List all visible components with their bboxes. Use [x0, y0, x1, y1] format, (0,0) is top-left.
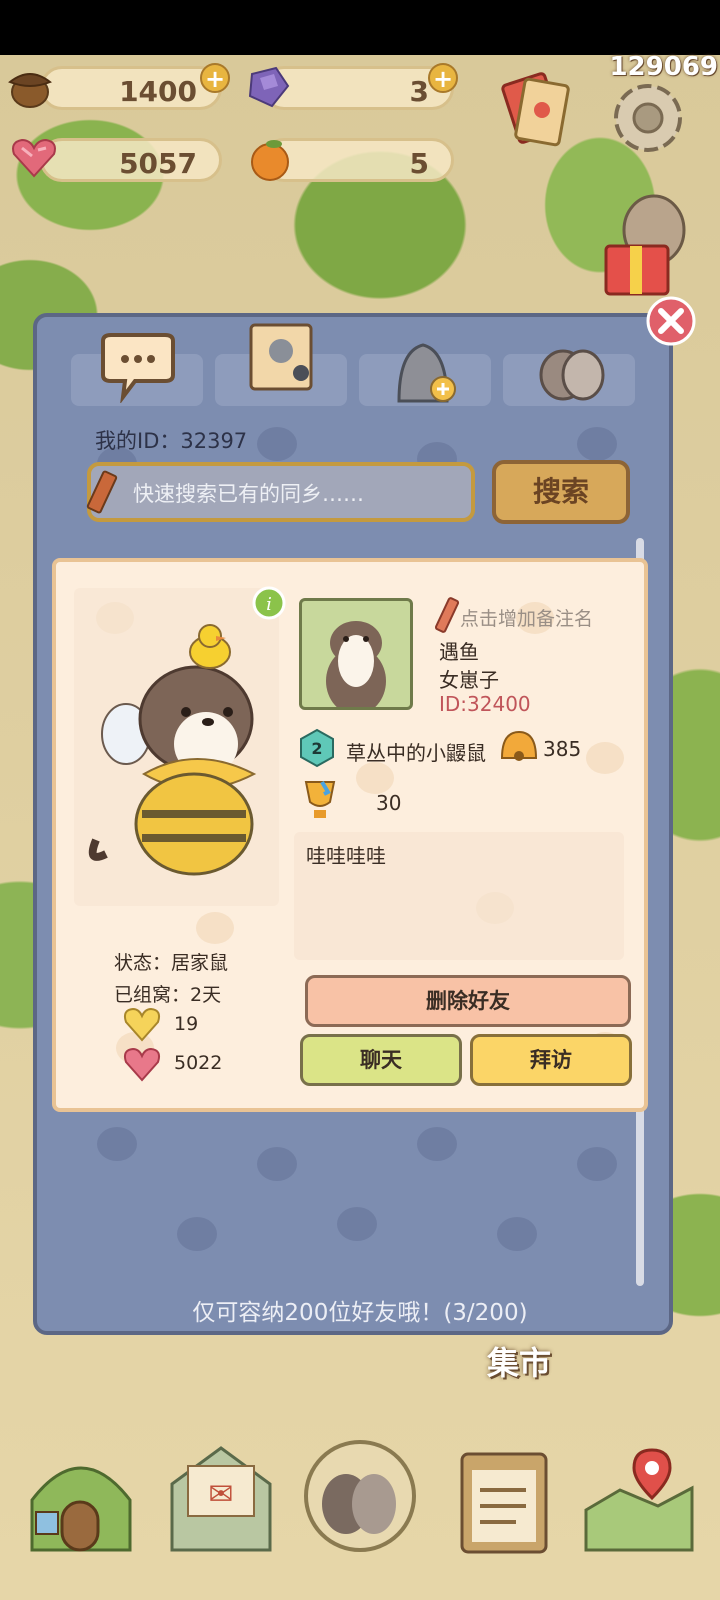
svg-text:✉: ✉	[208, 1477, 233, 1512]
map-button[interactable]	[580, 1440, 698, 1558]
orange-icon	[251, 140, 289, 181]
friend-bio-text: 哇哇哇哇	[306, 844, 386, 868]
acorn-count: 1400	[119, 75, 197, 108]
visit-button[interactable]: 拜访	[470, 1034, 632, 1086]
acorn-icon	[8, 73, 52, 108]
capacity-note: 仅可容纳200位好友哦！(3/200)	[192, 1300, 528, 1326]
letter-cards-icon[interactable]	[496, 68, 576, 152]
bell-icon	[500, 730, 538, 761]
mail-button[interactable]: ✉	[162, 1440, 280, 1558]
gem-icon	[248, 66, 290, 108]
search-input[interactable]	[131, 478, 455, 510]
love-counter: 5057	[40, 138, 222, 182]
friend-id: ID:32400	[439, 692, 531, 716]
add-acorns-button[interactable]: +	[200, 63, 230, 93]
add-note-name-link[interactable]: 点击增加备注名	[460, 604, 593, 631]
chat-button[interactable]: 聊天	[300, 1034, 462, 1086]
love-count: 5057	[119, 147, 197, 180]
close-icon[interactable]	[645, 295, 697, 347]
gear-icon[interactable]	[606, 76, 690, 160]
market-label: 集市	[487, 1344, 552, 1382]
friend-gender: 女崽子	[439, 668, 499, 692]
add-gems-button[interactable]: +	[428, 63, 458, 93]
status-bar	[0, 0, 720, 55]
info-icon[interactable]: i	[252, 586, 286, 620]
pencil-icon	[86, 470, 118, 514]
love-gem-icon	[123, 1047, 161, 1082]
acorn-counter: 1400	[40, 66, 222, 110]
gold-heart-icon	[123, 1007, 161, 1042]
gift-sloth-icon[interactable]	[600, 190, 692, 300]
orange-count: 5	[409, 147, 429, 180]
friend-avatar	[299, 598, 413, 710]
nest-days: 已组窝：2天	[114, 984, 222, 1006]
friend-bio: 哇哇哇哇	[294, 832, 624, 960]
friend-status: 状态：居家鼠	[114, 952, 229, 974]
friend-character	[88, 624, 257, 876]
friend-book-icon	[249, 323, 313, 391]
edit-pencil-icon[interactable]	[434, 596, 462, 638]
otter-avatar-icon	[326, 621, 386, 707]
friend-title: 草丛中的小鼹鼠	[346, 741, 486, 765]
search-button[interactable]: 搜索	[492, 460, 630, 524]
chat-bubble-icon	[101, 333, 175, 403]
heart-gem-icon	[12, 138, 56, 178]
love-count-friend: 5022	[174, 1052, 223, 1074]
trophy-icon	[304, 780, 336, 818]
bell-count: 385	[543, 737, 582, 761]
friend-nickname: 遇鱼	[439, 640, 479, 664]
my-id-label: 我的ID：32397	[95, 429, 248, 453]
level-number: 2	[311, 739, 322, 758]
paw-icon	[539, 349, 605, 401]
friends-button[interactable]	[302, 1438, 418, 1554]
level-badge-icon: 2	[300, 728, 334, 768]
svg-text:i: i	[266, 594, 272, 615]
heart-count: 19	[174, 1013, 199, 1035]
add-friend-icon	[397, 343, 456, 403]
search-field[interactable]	[86, 462, 475, 522]
trophy-count: 30	[376, 791, 402, 815]
delete-friend-button[interactable]: 删除好友	[305, 975, 631, 1027]
tasks-button[interactable]	[446, 1440, 564, 1558]
gem-count: 3	[409, 75, 429, 108]
friend-card: i 点击增加备注名 遇鱼 女崽子 ID:32400 2 草丛中的小鼹鼠 385 …	[52, 558, 648, 1112]
home-button[interactable]	[22, 1440, 140, 1558]
